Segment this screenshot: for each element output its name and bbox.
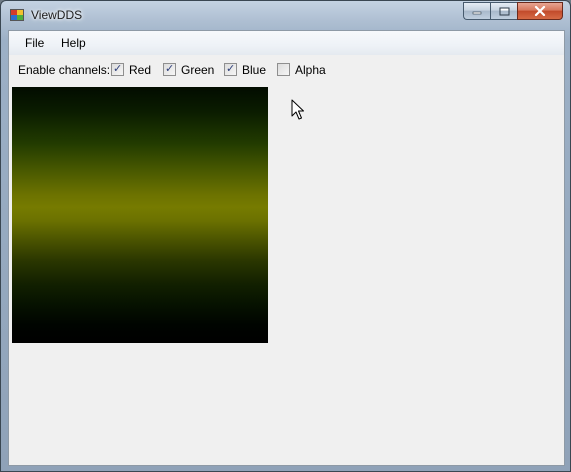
maximize-icon — [499, 7, 509, 15]
maximize-button[interactable] — [490, 2, 517, 20]
enable-channels-label: Enable channels: — [18, 63, 111, 77]
red-checkbox[interactable]: ✓ — [111, 63, 124, 76]
blue-checkbox[interactable]: ✓ — [224, 63, 237, 76]
channel-toolbar: Enable channels: ✓ Red ✓ Green ✓ Blue Al… — [9, 61, 564, 81]
menu-help[interactable]: Help — [61, 36, 86, 50]
red-checkbox-label[interactable]: Red — [129, 63, 151, 77]
close-icon — [534, 6, 546, 16]
title-bar[interactable]: ViewDDS — [1, 1, 570, 31]
blue-checkbox-label[interactable]: Blue — [242, 63, 266, 77]
checkmark-icon: ✓ — [165, 63, 175, 75]
checkmark-icon: ✓ — [226, 63, 236, 75]
minimize-icon — [472, 11, 482, 15]
cursor-arrow-icon — [291, 99, 304, 120]
menu-file[interactable]: File — [25, 36, 44, 50]
alpha-checkbox-label[interactable]: Alpha — [295, 63, 326, 77]
app-window: ViewDDS File Help Enable channels: ✓ Red… — [0, 0, 571, 472]
app-icon — [10, 9, 24, 21]
green-checkbox[interactable]: ✓ — [163, 63, 176, 76]
green-checkbox-label[interactable]: Green — [181, 63, 214, 77]
checkmark-icon: ✓ — [113, 63, 123, 75]
minimize-button[interactable] — [463, 2, 490, 20]
menu-bar: File Help — [9, 31, 564, 55]
dds-image-preview — [12, 87, 268, 343]
caption-buttons — [463, 2, 563, 21]
client-area: File Help Enable channels: ✓ Red ✓ Green… — [8, 30, 565, 466]
close-button[interactable] — [517, 2, 563, 20]
alpha-checkbox[interactable] — [277, 63, 290, 76]
window-title: ViewDDS — [31, 8, 83, 22]
